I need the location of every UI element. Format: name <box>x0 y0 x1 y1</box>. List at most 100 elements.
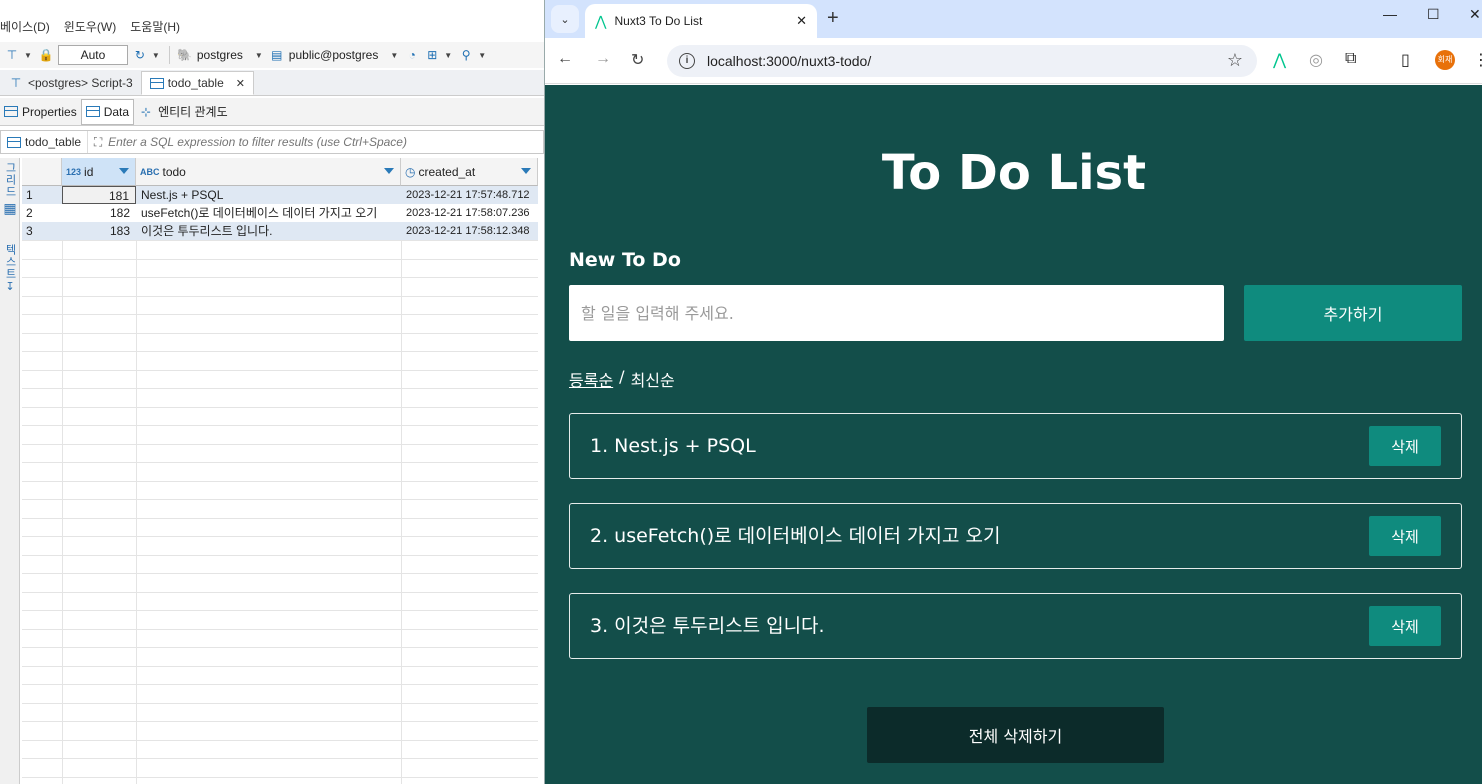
filter-table-name[interactable]: todo_table <box>1 131 89 153</box>
tab-label: todo_table <box>167 76 224 90</box>
grid-line <box>22 259 538 260</box>
row-number: 3 <box>26 224 33 238</box>
dashboard-icon[interactable]: ◔ <box>404 47 420 63</box>
sort-dropdown-icon[interactable] <box>119 168 129 174</box>
delete-button[interactable]: 삭제 <box>1369 606 1441 646</box>
row-number: 1 <box>26 188 33 202</box>
forward-icon[interactable]: → <box>595 50 611 68</box>
grid-line <box>22 481 538 482</box>
column-header-id[interactable]: 123 id <box>62 158 136 186</box>
lock-icon[interactable]: 🔒 <box>38 47 54 63</box>
tab-script-3[interactable]: ⊤ <postgres> Script-3 <box>0 71 141 95</box>
connection-select[interactable]: postgres <box>197 48 243 62</box>
tab-title: Nuxt3 To Do List <box>614 14 703 28</box>
sort-dropdown-icon[interactable] <box>521 168 531 174</box>
tab-properties[interactable]: Properties <box>0 99 81 125</box>
grid-line <box>22 647 538 648</box>
more-menu-icon[interactable]: ⋮ <box>1473 50 1482 70</box>
tab-todo-table[interactable]: todo_table ✕ <box>140 71 254 95</box>
text-view-button[interactable]: 텍스트 ↧ <box>1 244 19 293</box>
bookmark-star-icon[interactable]: ☆ <box>1227 50 1243 71</box>
minimize-icon[interactable]: — <box>1383 6 1397 22</box>
history-icon[interactable]: ↻ <box>132 47 148 63</box>
side-panel-icon[interactable]: ▯ <box>1401 50 1410 70</box>
maximize-icon[interactable]: ☐ <box>1427 6 1440 23</box>
tab-search-button[interactable]: ⌄ <box>551 5 579 33</box>
cell-id[interactable]: 181 <box>62 186 136 204</box>
menu-help[interactable]: 도움말(H) <box>130 18 180 38</box>
sort-by-created[interactable]: 등록순 <box>569 367 613 391</box>
add-button[interactable]: 추가하기 <box>1244 285 1462 341</box>
tab-er-diagram[interactable]: ⊹ 엔티티 관계도 <box>134 99 232 125</box>
table-row[interactable]: 2 182 useFetch()로 데이터베이스 데이터 가지고 오기 2023… <box>22 204 538 222</box>
chevron-down-icon[interactable]: ▼ <box>478 51 486 60</box>
menu-window[interactable]: 윈도우(W) <box>64 18 116 38</box>
network-icon[interactable]: ⊞ <box>424 47 440 63</box>
back-icon[interactable]: ← <box>557 50 573 68</box>
transaction-mode-icon[interactable]: ⊤ <box>4 47 20 63</box>
clear-all-button[interactable]: 전체 삭제하기 <box>867 707 1164 763</box>
sort-by-latest[interactable]: 최신순 <box>631 367 675 391</box>
search-icon[interactable]: ⚲ <box>458 47 474 63</box>
cell-id[interactable]: 183 <box>62 222 136 240</box>
expand-icon[interactable]: ⛶ <box>88 135 108 150</box>
schema-select[interactable]: public@postgres <box>289 48 379 62</box>
menu-database[interactable]: 베이스(D) <box>0 18 50 38</box>
cell-todo[interactable]: Nest.js + PSQL <box>141 186 399 204</box>
extension-icon[interactable]: ◎ <box>1309 50 1323 70</box>
sort-separator: / <box>619 367 625 386</box>
column-header-todo[interactable]: ABC todo <box>136 158 401 186</box>
cell-created-at[interactable]: 2023-12-21 17:57:48.712 <box>406 186 530 204</box>
grid-line <box>22 462 538 463</box>
cell-id[interactable]: 182 <box>62 204 136 222</box>
url-text[interactable]: localhost:3000/nuxt3-todo/ <box>707 53 871 69</box>
commit-mode-select[interactable]: Auto <box>57 45 128 65</box>
delete-button[interactable]: 삭제 <box>1369 426 1441 466</box>
tab-data[interactable]: Data <box>80 98 135 125</box>
chevron-down-icon[interactable]: ▼ <box>390 51 398 60</box>
close-icon[interactable]: ✕ <box>796 13 807 29</box>
grid-view-button[interactable]: 그리드 ▦ <box>1 162 19 217</box>
chevron-down-icon: ⌄ <box>560 13 570 26</box>
filter-input[interactable] <box>108 135 543 149</box>
todo-item: 1. Nest.js + PSQL 삭제 <box>569 413 1462 479</box>
todo-app-page: To Do List New To Do 추가하기 등록순 / 최신순 1. N… <box>545 85 1482 784</box>
cell-created-at[interactable]: 2023-12-21 17:58:12.348 <box>406 222 530 240</box>
extensions-puzzle-icon[interactable]: ⧉ <box>1345 50 1356 68</box>
chevron-down-icon[interactable]: ▼ <box>255 51 263 60</box>
page-title: To Do List <box>881 145 1147 201</box>
grid-line <box>22 629 538 630</box>
chevron-down-icon[interactable]: ▼ <box>444 51 452 60</box>
browser-window: ⌄ ⋀ Nuxt3 To Do List ✕ + — ☐ ✕ ← → ↻ i l… <box>544 0 1482 784</box>
browser-tab[interactable]: ⋀ Nuxt3 To Do List ✕ <box>585 4 817 38</box>
tab-label: 엔티티 관계도 <box>158 105 228 119</box>
todo-input[interactable] <box>569 285 1224 341</box>
sort-dropdown-icon[interactable] <box>384 168 394 174</box>
chevron-down-icon[interactable]: ▼ <box>152 51 160 60</box>
cell-todo[interactable]: useFetch()로 데이터베이스 데이터 가지고 오기 <box>141 204 399 222</box>
grid-line <box>22 499 538 500</box>
site-info-icon[interactable]: i <box>679 53 695 69</box>
grid-line <box>22 388 538 389</box>
chevron-down-icon[interactable]: ▼ <box>24 51 32 60</box>
nuxt-devtools-icon[interactable]: ⋀ <box>1273 50 1286 70</box>
grid-line <box>62 186 63 784</box>
cell-todo[interactable]: 이것은 투두리스트 입니다. <box>141 222 399 240</box>
close-window-icon[interactable]: ✕ <box>1469 6 1481 23</box>
reload-icon[interactable]: ↻ <box>631 50 644 70</box>
omnibox[interactable]: i localhost:3000/nuxt3-todo/ ☆ <box>667 45 1257 77</box>
cell-created-at[interactable]: 2023-12-21 17:58:07.236 <box>406 204 530 222</box>
grid-line <box>22 240 538 241</box>
new-tab-button[interactable]: + <box>827 7 839 30</box>
avatar[interactable]: 회재 <box>1435 50 1455 70</box>
delete-button[interactable]: 삭제 <box>1369 516 1441 556</box>
close-icon[interactable]: ✕ <box>236 77 245 90</box>
grid-line <box>22 314 538 315</box>
todo-text: 3. 이것은 투두리스트 입니다. <box>590 615 825 637</box>
column-header-created-at[interactable]: ◷ created_at <box>401 158 538 186</box>
filter-bar: todo_table ⛶ <box>0 130 544 154</box>
table-row[interactable]: 1 181 Nest.js + PSQL 2023-12-21 17:57:48… <box>22 186 538 204</box>
table-row[interactable]: 3 183 이것은 투두리스트 입니다. 2023-12-21 17:58:12… <box>22 222 538 240</box>
grid-line <box>401 186 402 784</box>
grid-line <box>22 777 538 778</box>
